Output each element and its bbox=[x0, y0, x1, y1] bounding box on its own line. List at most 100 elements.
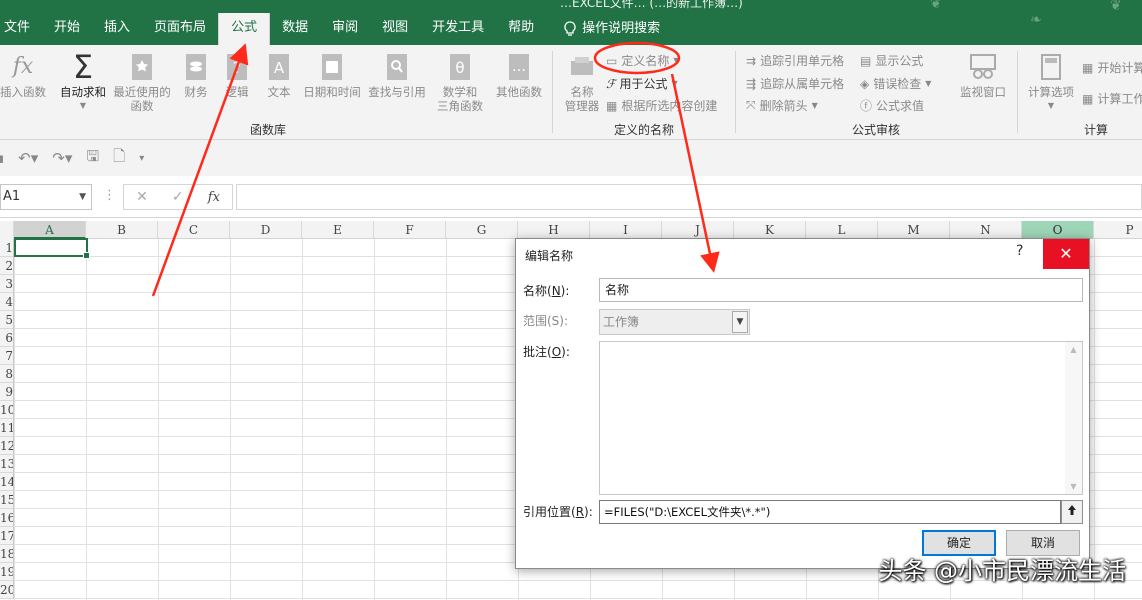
scroll-up-icon[interactable]: ▲ bbox=[1065, 345, 1082, 354]
name-manager-button[interactable]: 名称 管理器 bbox=[560, 49, 604, 113]
tab-file[interactable]: 文件 bbox=[0, 13, 42, 45]
name-label: 名称(N): bbox=[523, 282, 569, 299]
print-preview-icon[interactable]: 🗋 bbox=[113, 146, 125, 171]
row-header[interactable]: 14 bbox=[0, 473, 14, 491]
recently-used-button[interactable]: 最近使用的 函数 bbox=[110, 49, 174, 113]
row-header[interactable]: 15 bbox=[0, 491, 14, 509]
define-name-button[interactable]: ▭ 定义名称 ▼ bbox=[606, 52, 680, 69]
more-functions-button[interactable]: … 其他函数 bbox=[492, 49, 546, 99]
row-header[interactable]: 2 bbox=[0, 257, 14, 275]
financial-button[interactable]: 财务 bbox=[178, 49, 214, 99]
calc-now-button[interactable]: ▦ 开始计算 bbox=[1082, 59, 1142, 76]
row-header[interactable]: 1 bbox=[0, 239, 14, 257]
error-checking-button[interactable]: ◈ 错误检查 ▼ bbox=[860, 75, 931, 92]
column-header[interactable]: F bbox=[374, 221, 446, 239]
evaluate-formula-button[interactable]: ⓕ 公式求值 bbox=[860, 97, 924, 114]
close-button[interactable]: ✕ bbox=[1043, 239, 1089, 269]
column-header[interactable]: B bbox=[86, 221, 158, 239]
window-title: …EXCEL文件… (…的新工作簿…) bbox=[560, 0, 743, 10]
row-header[interactable]: 10 bbox=[0, 401, 14, 419]
column-header[interactable]: J bbox=[662, 221, 734, 239]
column-header[interactable]: N bbox=[950, 221, 1022, 239]
row-header[interactable]: 13 bbox=[0, 455, 14, 473]
comment-textarea[interactable]: ▲ ▼ bbox=[599, 341, 1083, 495]
watch-window-button[interactable]: 监视窗口 bbox=[955, 49, 1011, 99]
tab-insert[interactable]: 插入 bbox=[92, 13, 142, 45]
fx-icon[interactable]: fx bbox=[208, 190, 220, 205]
column-header[interactable]: M bbox=[878, 221, 950, 239]
tab-view[interactable]: 视图 bbox=[370, 13, 420, 45]
row-header[interactable]: 6 bbox=[0, 329, 14, 347]
chevron-down-icon[interactable]: ▼ bbox=[732, 311, 748, 333]
trace-dependents-button[interactable]: ⇶ 追踪从属单元格 bbox=[746, 75, 844, 92]
text-button[interactable]: A 文本 bbox=[262, 49, 296, 99]
row-header[interactable]: 11 bbox=[0, 419, 14, 437]
calc-options-button[interactable]: 计算选项 ▼ bbox=[1024, 49, 1078, 113]
cancel-icon[interactable]: ✕ bbox=[136, 189, 148, 205]
row-header[interactable]: 20 bbox=[0, 581, 14, 599]
column-header[interactable]: G bbox=[446, 221, 518, 239]
comment-scrollbar[interactable]: ▲ ▼ bbox=[1065, 342, 1082, 494]
row-header[interactable]: 19 bbox=[0, 563, 14, 581]
customize-qat-icon[interactable]: ▾ bbox=[139, 153, 144, 164]
name-box[interactable]: A1 ▼ bbox=[0, 184, 92, 210]
scope-select[interactable]: 工作簿 ▼ bbox=[599, 309, 750, 335]
row-header[interactable]: 3 bbox=[0, 275, 14, 293]
scroll-down-icon[interactable]: ▼ bbox=[1065, 482, 1082, 491]
tab-review[interactable]: 审阅 bbox=[320, 13, 370, 45]
datetime-button[interactable]: 日期和时间 bbox=[300, 49, 364, 99]
row-header[interactable]: 17 bbox=[0, 527, 14, 545]
tab-data[interactable]: 数据 bbox=[270, 13, 320, 45]
tab-help[interactable]: 帮助 bbox=[496, 13, 546, 45]
tab-formulas[interactable]: 公式 bbox=[218, 13, 271, 45]
active-cell[interactable] bbox=[14, 238, 90, 259]
trace-precedents-button[interactable]: ⇉ 追踪引用单元格 bbox=[746, 52, 844, 69]
undo-icon[interactable]: ↶▾ bbox=[18, 149, 38, 167]
use-in-formula-button[interactable]: ℱ 用于公式 ▼ bbox=[606, 75, 678, 92]
tab-page-layout[interactable]: 页面布局 bbox=[142, 13, 218, 45]
column-header[interactable]: E bbox=[302, 221, 374, 239]
name-input[interactable]: 名称 bbox=[599, 278, 1083, 302]
tab-developer[interactable]: 开发工具 bbox=[420, 13, 496, 45]
select-all-corner[interactable] bbox=[0, 221, 14, 239]
row-header[interactable]: 9 bbox=[0, 383, 14, 401]
refers-to-input[interactable]: =FILES("D:\EXCEL文件夹\*.*") bbox=[599, 500, 1061, 524]
error-checking-label: 错误检查 bbox=[873, 77, 922, 91]
row-header[interactable]: 8 bbox=[0, 365, 14, 383]
row-header[interactable]: 7 bbox=[0, 347, 14, 365]
column-header[interactable]: H bbox=[518, 221, 590, 239]
row-header[interactable]: 5 bbox=[0, 311, 14, 329]
save-icon[interactable]: ▪ bbox=[0, 149, 4, 167]
chevron-down-icon[interactable]: ▼ bbox=[79, 185, 86, 209]
column-header[interactable]: C bbox=[158, 221, 230, 239]
column-header[interactable]: D bbox=[230, 221, 302, 239]
save-as-icon[interactable]: 🖫 bbox=[86, 146, 99, 171]
math-trig-button[interactable]: θ 数学和 三角函数 bbox=[432, 49, 488, 113]
column-header[interactable]: P bbox=[1094, 221, 1142, 239]
row-header[interactable]: 18 bbox=[0, 545, 14, 563]
remove-arrows-button[interactable]: ⤧ 删除箭头 ▼ bbox=[746, 97, 818, 114]
column-header[interactable]: K bbox=[734, 221, 806, 239]
help-button[interactable]: ? bbox=[1016, 243, 1023, 259]
formula-buttons: ✕ ✓ fx bbox=[123, 184, 233, 210]
show-formulas-button[interactable]: ▤ 显示公式 bbox=[860, 52, 923, 69]
tell-me-search[interactable]: 操作说明搜索 bbox=[546, 13, 672, 45]
collapse-dialog-button[interactable] bbox=[1061, 500, 1083, 524]
column-header[interactable]: I bbox=[590, 221, 662, 239]
column-header[interactable]: L bbox=[806, 221, 878, 239]
formula-input[interactable] bbox=[236, 184, 1142, 210]
enter-icon[interactable]: ✓ bbox=[172, 189, 184, 205]
row-header[interactable]: 12 bbox=[0, 437, 14, 455]
calc-sheet-button[interactable]: ▦ 计算工作表 bbox=[1082, 90, 1142, 107]
row-header[interactable]: 16 bbox=[0, 509, 14, 527]
create-from-selection-button[interactable]: ▦ 根据所选内容创建 bbox=[606, 97, 717, 114]
autosum-button[interactable]: Σ 自动求和 ▼ bbox=[55, 49, 111, 113]
column-header[interactable]: O bbox=[1022, 221, 1094, 239]
lookup-button[interactable]: 查找与引用 bbox=[366, 49, 428, 99]
row-header[interactable]: 4 bbox=[0, 293, 14, 311]
insert-function-button[interactable]: fx 插入函数 bbox=[0, 49, 46, 100]
column-header[interactable]: A bbox=[14, 221, 86, 239]
tab-home[interactable]: 开始 bbox=[42, 13, 92, 45]
logical-button[interactable]: ? 逻辑 bbox=[220, 49, 254, 99]
redo-icon[interactable]: ↷▾ bbox=[52, 149, 72, 167]
